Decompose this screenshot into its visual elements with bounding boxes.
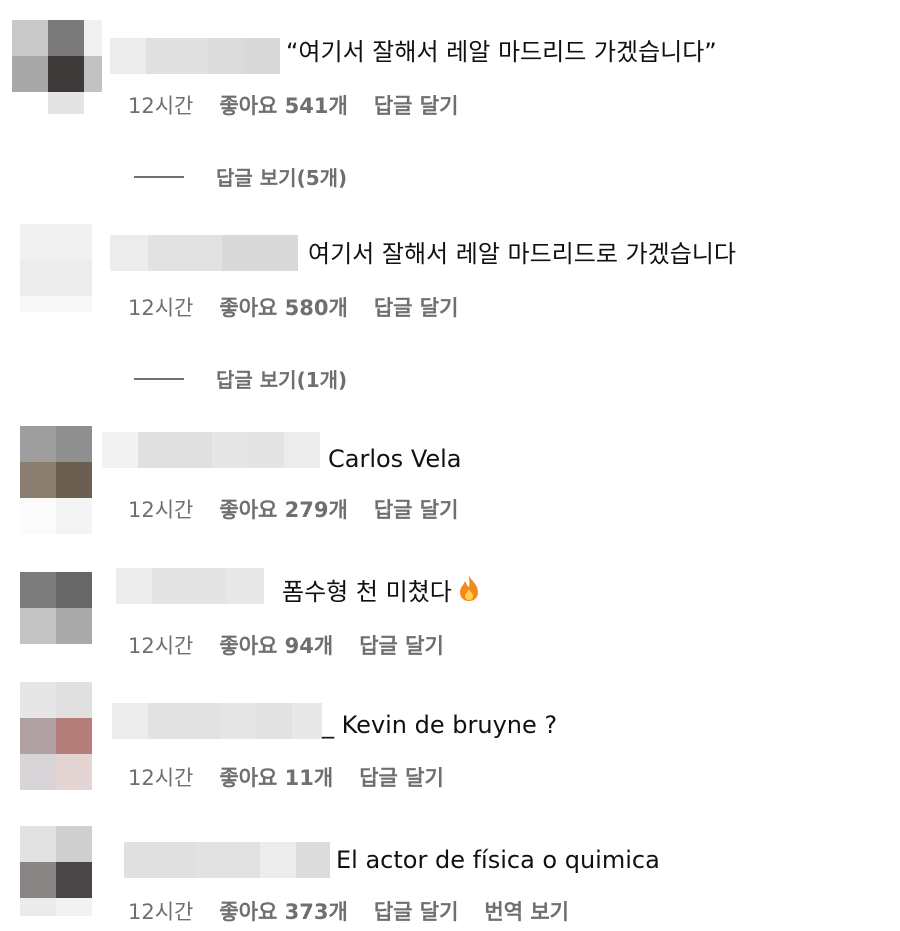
comment-meta: 12시간 좋아요 94개 답글 달기 [128, 630, 444, 660]
comment-meta: 12시간 좋아요 11개 답글 달기 [128, 762, 444, 792]
view-replies-button[interactable]: 답글 보기(5개) [134, 162, 347, 191]
divider-line [134, 377, 184, 380]
fire-icon [458, 574, 480, 612]
comment-text: 폼수형 천 미쳤다 [282, 574, 480, 612]
comment-text: “여기서 잘해서 레알 마드리드 가겠습니다” [286, 38, 717, 66]
view-replies-label: 답글 보기(1개) [216, 368, 348, 392]
comment-text: 여기서 잘해서 레알 마드리드로 가겠습니다 [308, 240, 736, 268]
comment-text: _ Kevin de bruyne ? [322, 711, 558, 739]
timestamp: 12시간 [128, 296, 194, 320]
avatar[interactable] [20, 224, 92, 312]
username-blurred[interactable] [110, 235, 298, 271]
timestamp: 12시간 [128, 766, 194, 790]
reply-button[interactable]: 답글 달기 [374, 292, 459, 322]
reply-button[interactable]: 답글 달기 [374, 494, 459, 524]
reply-button[interactable]: 답글 달기 [359, 630, 444, 660]
likes-count[interactable]: 좋아요 279개 [219, 494, 347, 524]
comment-meta: 12시간 좋아요 279개 답글 달기 [128, 494, 458, 524]
timestamp: 12시간 [128, 498, 194, 522]
comment-text-content: 폼수형 천 미쳤다 [282, 578, 452, 606]
reply-button[interactable]: 답글 달기 [374, 896, 459, 926]
likes-count[interactable]: 좋아요 580개 [219, 292, 347, 322]
avatar[interactable] [20, 426, 92, 534]
username-blurred[interactable] [116, 568, 264, 604]
likes-count[interactable]: 좋아요 541개 [219, 90, 347, 120]
likes-count[interactable]: 좋아요 94개 [219, 630, 333, 660]
username-blurred[interactable] [102, 432, 320, 468]
comment-text: Carlos Vela [328, 445, 462, 473]
reply-button[interactable]: 답글 달기 [374, 90, 459, 120]
view-replies-button[interactable]: 답글 보기(1개) [134, 364, 347, 393]
avatar[interactable] [20, 826, 92, 916]
translate-button[interactable]: 번역 보기 [484, 896, 569, 926]
likes-count[interactable]: 좋아요 373개 [219, 896, 347, 926]
comment-meta: 12시간 좋아요 541개 답글 달기 [128, 90, 458, 120]
username-blurred[interactable] [110, 38, 280, 74]
comment-meta: 12시간 좋아요 580개 답글 달기 [128, 292, 458, 322]
avatar[interactable] [20, 682, 92, 790]
username-blurred[interactable] [124, 842, 330, 878]
timestamp: 12시간 [128, 634, 194, 658]
avatar[interactable] [12, 20, 102, 114]
view-replies-label: 답글 보기(5개) [216, 166, 348, 190]
timestamp: 12시간 [128, 94, 194, 118]
avatar[interactable] [20, 572, 92, 644]
reply-button[interactable]: 답글 달기 [359, 762, 444, 792]
likes-count[interactable]: 좋아요 11개 [219, 762, 333, 792]
username-blurred[interactable] [112, 703, 322, 739]
divider-line [134, 175, 184, 178]
comment-meta: 12시간 좋아요 373개 답글 달기 번역 보기 [128, 896, 569, 926]
timestamp: 12시간 [128, 900, 194, 924]
comment-text: El actor de física o quimica [336, 846, 660, 874]
